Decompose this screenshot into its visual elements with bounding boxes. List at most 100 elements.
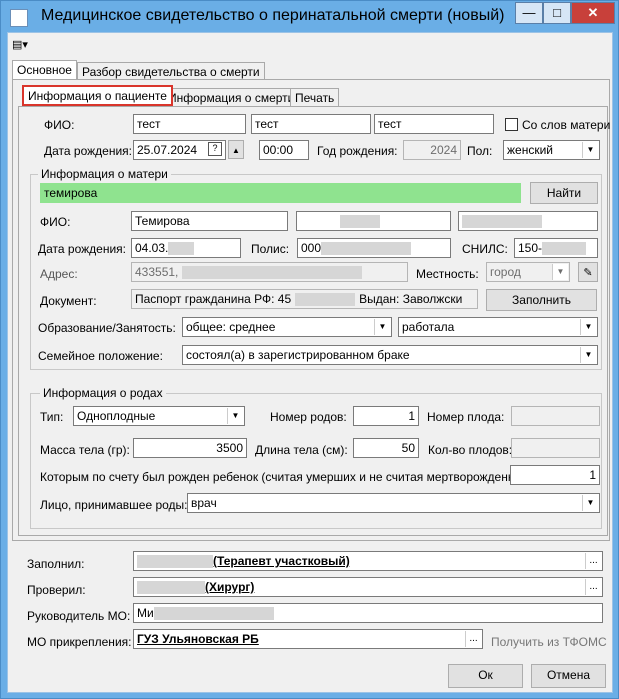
sex-value: женский [507, 143, 553, 157]
policy-input[interactable]: 000 [297, 238, 451, 258]
policy-value: 000 [301, 241, 322, 255]
mo-attach-field[interactable]: ГУЗ Ульяновская РБ... [133, 629, 483, 649]
employment-value: работала [402, 320, 455, 334]
fio-label: ФИО: [44, 118, 75, 132]
address-label: Адрес: [40, 267, 78, 281]
window-title: Медицинское свидетельство о перинатально… [41, 7, 505, 24]
document-value: Паспорт гражданина РФ: 45 [135, 292, 292, 306]
snils-input[interactable]: 150- [514, 238, 598, 258]
mo-attach-browse[interactable]: ... [465, 631, 481, 647]
first-name-input[interactable]: тест [251, 114, 371, 134]
birth-number-input[interactable]: 1 [353, 406, 419, 426]
checked-by-value: (Хирург) [205, 580, 255, 594]
checked-by-label: Проверил: [27, 583, 86, 597]
sex-label: Пол: [467, 144, 493, 158]
birth-type-label: Тип: [40, 410, 64, 424]
chevron-down-icon: ▼ [374, 319, 390, 335]
mother-first-name-input[interactable] [296, 211, 451, 231]
date-spin-button[interactable]: ▲ [228, 140, 244, 159]
family-status-select[interactable]: состоял(а) в зарегистрированном браке ▼ [182, 345, 598, 365]
cancel-button[interactable]: Отмена [531, 664, 606, 688]
ok-button[interactable]: Ок [448, 664, 523, 688]
mother-words-label: Со слов матери [522, 118, 611, 132]
sex-select[interactable]: женский ▼ [503, 140, 600, 160]
chevron-down-icon: ▼ [552, 264, 568, 280]
minimize-button[interactable]: — [515, 2, 543, 24]
family-status-label: Семейное положение: [38, 349, 163, 363]
chevron-down-icon: ▼ [582, 495, 598, 511]
delivery-person-value: врач [191, 496, 217, 510]
fill-document-button[interactable]: Заполнить [486, 289, 597, 311]
tfoms-link[interactable]: Получить из ТФОМС [491, 635, 607, 649]
birth-year-label: Год рождения: [317, 144, 398, 158]
fetus-count-field [511, 438, 600, 458]
fetus-number-field [511, 406, 600, 426]
address-value: 433551, [135, 265, 179, 279]
locality-select[interactable]: город ▼ [486, 262, 570, 282]
birth-type-select[interactable]: Одноплодные ▼ [73, 406, 245, 426]
edit-address-icon[interactable]: ✎ [578, 262, 598, 282]
snils-label: СНИЛС: [462, 242, 508, 256]
mother-group-title: Информация о матери [38, 167, 171, 181]
tab-main[interactable]: Основное [12, 60, 77, 79]
find-button[interactable]: Найти [530, 182, 598, 204]
chevron-down-icon: ▼ [580, 319, 596, 335]
document-label: Документ: [40, 294, 97, 308]
tab-print[interactable]: Печать [290, 88, 340, 107]
document-icon [10, 9, 28, 27]
head-mo-field[interactable]: Ми [133, 603, 603, 623]
mother-words-checkbox[interactable] [505, 118, 518, 131]
fetus-number-label: Номер плода: [427, 410, 505, 424]
head-mo-value: Ми [137, 606, 154, 620]
delivery-person-label: Лицо, принимавшее роды: [40, 498, 188, 512]
mo-attach-value: ГУЗ Ульяновская РБ [137, 632, 259, 646]
filled-by-browse[interactable]: ... [585, 553, 601, 569]
snils-value: 150- [518, 241, 543, 255]
address-field: 433551, [131, 262, 408, 282]
chevron-down-icon: ▼ [580, 347, 596, 363]
length-input[interactable]: 50 [353, 438, 419, 458]
head-mo-label: Руководитель МО: [27, 609, 131, 623]
maximize-button[interactable]: □ [543, 2, 571, 24]
checked-by-field[interactable]: (Хирург)... [133, 577, 603, 597]
middle-name-input[interactable]: тест [374, 114, 494, 134]
mass-input[interactable]: 3500 [133, 438, 247, 458]
calendar-icon[interactable]: ? [208, 142, 222, 156]
birth-time-input[interactable]: 00:00 [259, 140, 309, 160]
education-value: общее: среднее [186, 320, 276, 334]
birth-year-field: 2024 [403, 140, 461, 160]
locality-value: город [490, 265, 521, 279]
chevron-down-icon: ▼ [227, 408, 243, 424]
mother-birth-value: 04.03. [135, 241, 169, 255]
close-button[interactable]: ✕ [571, 2, 615, 24]
employment-select[interactable]: работала ▼ [398, 317, 598, 337]
last-name-input[interactable]: тест [133, 114, 246, 134]
document-field: Паспорт гражданина РФ: 45 Выдан: Заволжск… [131, 289, 478, 309]
child-order-input[interactable]: 1 [510, 465, 600, 485]
filled-by-label: Заполнил: [27, 557, 85, 571]
filled-by-field[interactable]: (Терапевт участковый)... [133, 551, 603, 571]
length-label: Длина тела (см): [255, 443, 348, 457]
mother-birth-label: Дата рождения: [38, 242, 126, 256]
child-order-label: Которым по счету был рожден ребенок (счи… [40, 470, 537, 484]
birth-number-label: Номер родов: [270, 410, 347, 424]
mother-middle-name-input[interactable] [458, 211, 598, 231]
tab-patient-info[interactable]: Информация о пациенте [22, 85, 173, 106]
checked-by-browse[interactable]: ... [585, 579, 601, 595]
chevron-down-icon: ▼ [582, 142, 598, 158]
birth-date-label: Дата рождения: [44, 144, 132, 158]
education-select[interactable]: общее: среднее ▼ [182, 317, 392, 337]
education-label: Образование/Занятость: [38, 321, 176, 335]
delivery-person-select[interactable]: врач ▼ [187, 493, 600, 513]
toolbar-menu-icon[interactable]: ▤▾ [12, 38, 38, 54]
family-status-value: состоял(а) в зарегистрированном браке [186, 348, 410, 362]
mother-birth-input[interactable]: 04.03. [131, 238, 241, 258]
birth-group-title: Информация о родах [40, 386, 166, 400]
mother-search-input[interactable]: темирова [40, 183, 521, 203]
birth-type-value: Одноплодные [77, 409, 156, 423]
tab-death-info[interactable]: Информация о смерти [163, 88, 300, 107]
mother-last-name-input[interactable]: Темирова [131, 211, 288, 231]
locality-label: Местность: [416, 267, 479, 281]
mother-fio-label: ФИО: [40, 215, 71, 229]
document-issued-value: Выдан: Заволжски [359, 292, 463, 306]
